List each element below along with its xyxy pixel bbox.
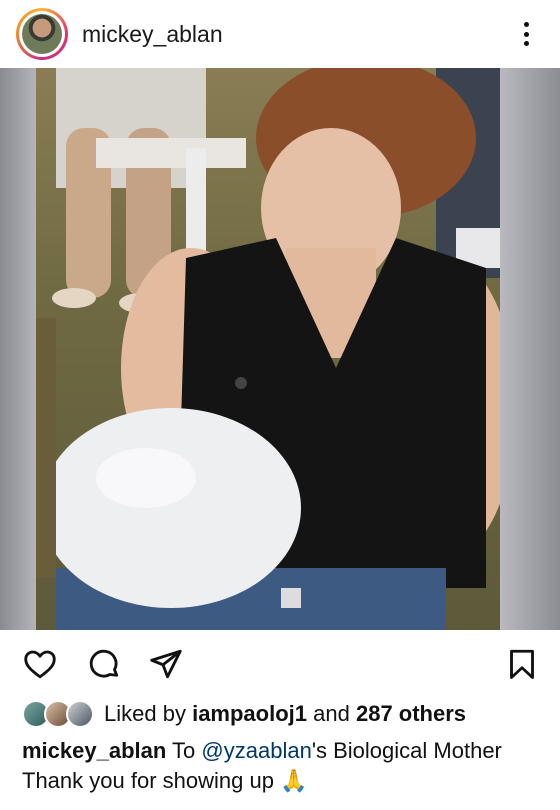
likes-user[interactable]: iampaoloj1 <box>192 701 307 726</box>
caption-text-before: To <box>172 738 196 763</box>
avatar-image <box>22 14 62 54</box>
pray-emoji: 🙏 <box>280 768 308 793</box>
likes-middle: and <box>313 701 350 726</box>
post-photo <box>36 68 500 630</box>
post-actions <box>0 640 560 688</box>
photo-illustration <box>36 68 500 630</box>
likes-text: Liked by iampaoloj1 and 287 others <box>104 701 466 727</box>
more-options-icon[interactable] <box>518 18 534 50</box>
heart-icon[interactable] <box>22 646 58 682</box>
likes-prefix: Liked by <box>104 701 186 726</box>
liker-avatar <box>66 700 94 728</box>
bookmark-icon[interactable] <box>504 646 540 682</box>
post-caption: mickey_ablan To @yzaablan's Biological M… <box>22 736 542 796</box>
comment-icon[interactable] <box>86 646 122 682</box>
caption-mention[interactable]: @yzaablan <box>201 738 311 763</box>
likes-others[interactable]: 287 others <box>356 701 466 726</box>
post-header: mickey_ablan <box>0 0 560 68</box>
liker-avatars <box>22 700 96 728</box>
caption-username[interactable]: mickey_ablan <box>22 738 166 763</box>
avatar[interactable] <box>16 8 68 60</box>
share-icon[interactable] <box>148 646 184 682</box>
post-image[interactable] <box>0 68 560 630</box>
likes-row[interactable]: Liked by iampaoloj1 and 287 others <box>22 698 466 730</box>
post-username[interactable]: mickey_ablan <box>82 21 223 48</box>
